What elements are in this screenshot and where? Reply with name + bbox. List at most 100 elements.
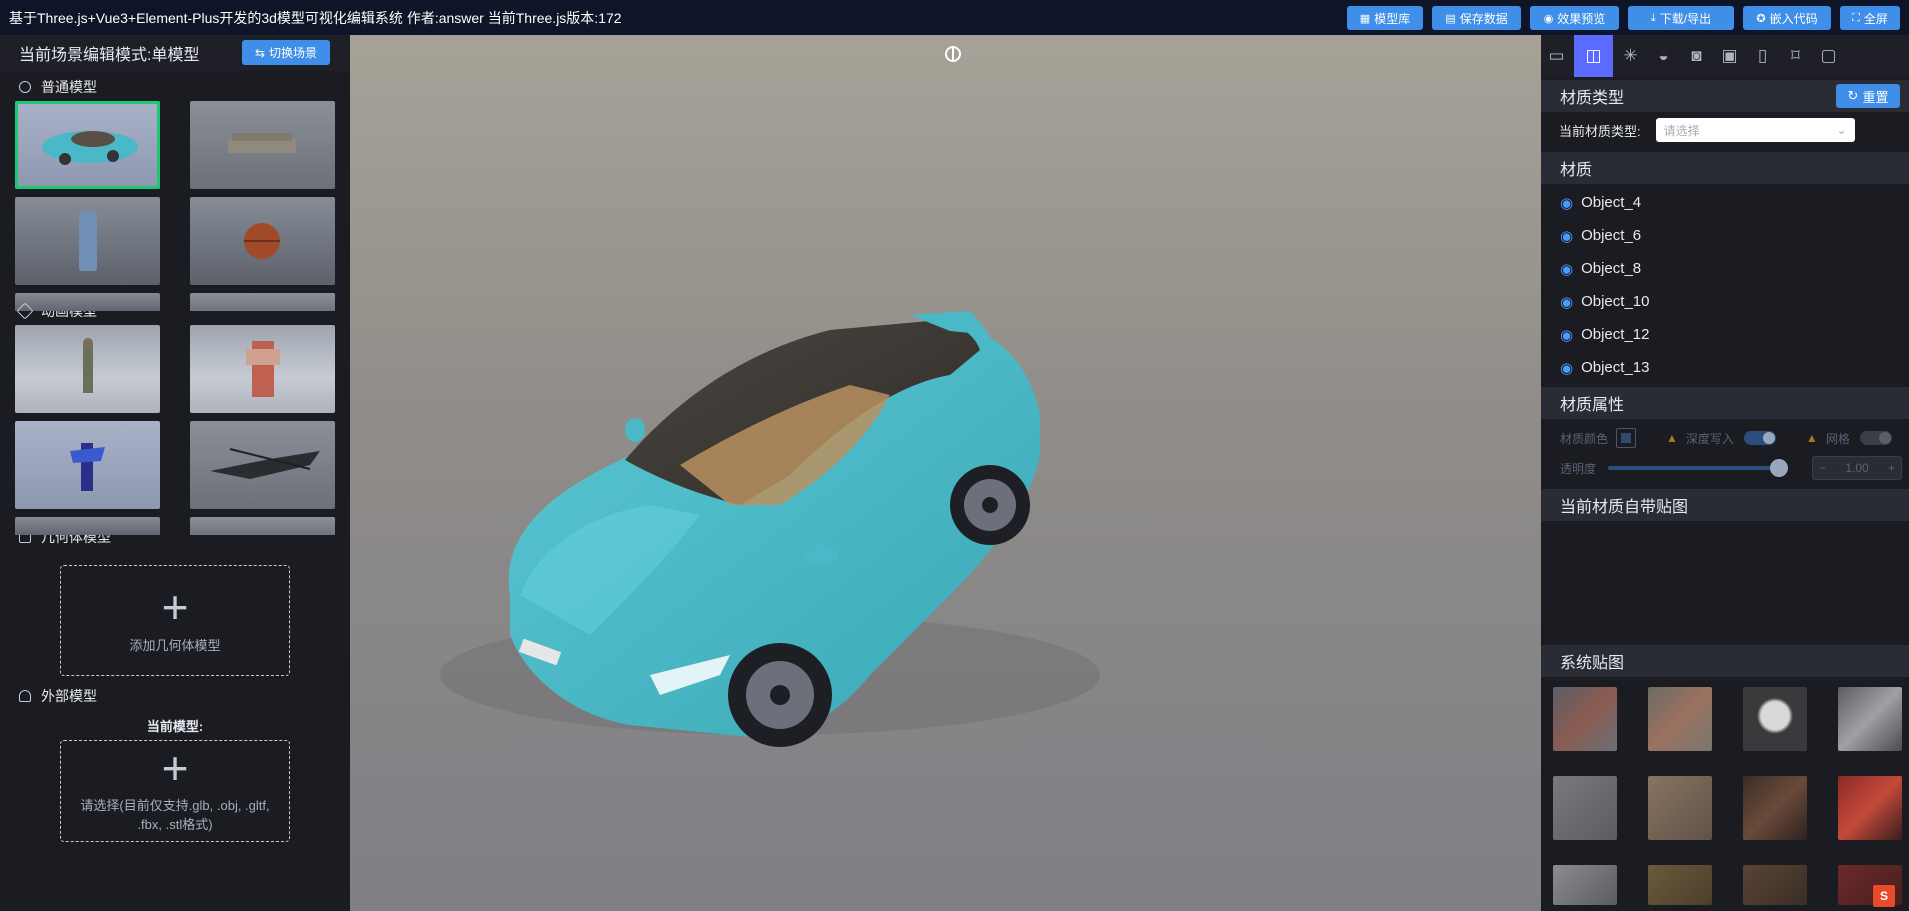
- phone-thumb-image: [79, 211, 97, 271]
- tab-lighting[interactable]: ◒: [1648, 35, 1679, 77]
- model-thumb-more-1[interactable]: [15, 293, 160, 311]
- external-models-title: 外部模型: [0, 682, 350, 710]
- material-item[interactable]: ◉ Object_8: [1541, 252, 1909, 285]
- material-item[interactable]: ◉ Object_12: [1541, 318, 1909, 351]
- tab-material[interactable]: ◫: [1574, 35, 1613, 77]
- current-model-label: 当前模型:: [146, 719, 204, 734]
- sparkle-icon: ✳: [1623, 46, 1638, 65]
- tab-bookmark[interactable]: ⌑: [1780, 35, 1811, 77]
- basketball-thumb-image: [244, 223, 280, 259]
- fullscreen-icon: ⛶: [1852, 11, 1860, 24]
- tab-background[interactable]: ▭: [1541, 35, 1572, 77]
- anim-thumb-character[interactable]: [15, 421, 160, 509]
- texture-thumb[interactable]: [1648, 865, 1712, 905]
- opacity-input[interactable]: − 1.00 +: [1812, 456, 1902, 480]
- plus-icon[interactable]: +: [1888, 461, 1895, 475]
- own-maps-area: [1541, 521, 1909, 645]
- top-bar: 基于Three.js+Vue3+Element-Plus开发的3d模型可视化编辑…: [0, 0, 1909, 35]
- anim-thumb-helicopter[interactable]: [190, 421, 335, 509]
- refresh-icon: ↻: [1847, 88, 1859, 103]
- material-item[interactable]: ◉ Object_6: [1541, 219, 1909, 252]
- eye-icon[interactable]: ◉: [1560, 227, 1573, 245]
- material-header: 材质: [1541, 152, 1909, 184]
- tab-effects[interactable]: ✳: [1615, 35, 1646, 77]
- add-geometry-box[interactable]: + 添加几何体模型: [60, 565, 290, 676]
- reset-button[interactable]: ↻ 重置: [1836, 84, 1900, 108]
- model-thumb-sofa[interactable]: [190, 101, 335, 189]
- add-geometry-label: 添加几何体模型: [129, 638, 221, 653]
- texture-thumb[interactable]: [1553, 776, 1617, 840]
- texture-thumb[interactable]: [1648, 687, 1712, 751]
- texture-thumb[interactable]: [1553, 865, 1617, 905]
- ime-s-icon[interactable]: S: [1873, 885, 1895, 907]
- upload-hint: 请选择(目前仅支持.glb, .obj, .gltf, .fbx, .stl格式…: [80, 798, 270, 832]
- depth-write-label: 深度写入: [1685, 431, 1734, 446]
- texture-thumb[interactable]: [1648, 776, 1712, 840]
- animation-models-grid: [0, 325, 350, 535]
- texture-thumb[interactable]: [1838, 776, 1902, 840]
- opacity-slider[interactable]: [1608, 459, 1789, 477]
- material-list: ◉ Object_4 ◉ Object_6 ◉ Object_8 ◉ Object_10…: [1541, 184, 1909, 384]
- eye-icon[interactable]: ◉: [1560, 260, 1573, 278]
- material-item[interactable]: ◉ Object_4: [1541, 186, 1909, 219]
- tab-screen[interactable]: ▢: [1813, 35, 1844, 77]
- scene-mode-title: 当前场景编辑模式:单模型: [19, 47, 200, 64]
- model-thumb-basketball[interactable]: [190, 197, 335, 285]
- eye-icon[interactable]: ◉: [1560, 293, 1573, 311]
- model-thumb-phone[interactable]: [15, 197, 160, 285]
- material-props-header: 材质属性: [1541, 387, 1909, 419]
- soldier-thumb-image: [83, 338, 93, 393]
- scene-viewport[interactable]: [350, 35, 1541, 911]
- toolbar: ▦ 模型库 ▤ 保存数据 ◉ 效果预览 ⤓ 下载/导出 ✪ 嵌入代码 ⛶ 全屏: [1347, 6, 1909, 30]
- material-item[interactable]: ◉ Object_10: [1541, 285, 1909, 318]
- wireframe-label: 网格: [1825, 431, 1850, 446]
- texture-thumb[interactable]: [1743, 687, 1807, 751]
- model-library-button[interactable]: ▦ 模型库: [1347, 6, 1423, 30]
- material-type-label: 当前材质类型:: [1559, 123, 1641, 139]
- fullscreen-button[interactable]: ⛶ 全屏: [1840, 6, 1900, 30]
- scene-mode-header: 当前场景编辑模式:单模型 ⇆ 切换场景: [0, 35, 350, 71]
- switch-scene-button[interactable]: ⇆ 切换场景: [242, 40, 330, 65]
- material-props: 材质颜色 ▲ 深度写入 ▲ 网格 透明度 − 1.00 +: [1541, 419, 1909, 483]
- character-thumb-image: [70, 443, 105, 491]
- eye-icon[interactable]: ◉: [1560, 359, 1573, 377]
- depth-write-toggle[interactable]: [1743, 431, 1776, 445]
- texture-thumb[interactable]: [1743, 776, 1807, 840]
- common-models-grid: [0, 101, 350, 311]
- anim-thumb-more-1[interactable]: [15, 517, 160, 535]
- texture-thumb[interactable]: [1838, 687, 1902, 751]
- anim-thumb-robot[interactable]: [190, 325, 335, 413]
- anim-thumb-soldier[interactable]: [15, 325, 160, 413]
- eye-icon[interactable]: ◉: [1560, 326, 1573, 344]
- opacity-slider-knob[interactable]: [1770, 459, 1789, 477]
- system-maps-grid: [1541, 677, 1909, 905]
- image-icon: ▭: [1548, 46, 1565, 65]
- plus-icon: +: [161, 742, 189, 794]
- plus-icon: +: [161, 581, 189, 633]
- model-thumb-car[interactable]: [15, 101, 160, 189]
- wireframe-toggle[interactable]: [1859, 431, 1892, 445]
- eye-icon[interactable]: ◉: [1560, 194, 1573, 212]
- anim-thumb-more-2[interactable]: [190, 517, 335, 535]
- car-model-render: [440, 311, 1100, 747]
- save-icon: ▤: [1445, 12, 1456, 25]
- chevron-down-icon: ⌄: [1836, 123, 1847, 137]
- model-thumb-more-2[interactable]: [190, 293, 335, 311]
- material-icon: ◫: [1585, 46, 1602, 65]
- download-export-button[interactable]: ⤓ 下载/导出: [1628, 6, 1734, 30]
- color-picker[interactable]: [1616, 428, 1637, 448]
- embed-code-button[interactable]: ✪ 嵌入代码: [1743, 6, 1831, 30]
- minus-icon[interactable]: −: [1819, 461, 1826, 475]
- tab-mobile[interactable]: ▯: [1747, 35, 1778, 77]
- texture-thumb[interactable]: [1743, 865, 1807, 905]
- tab-camera[interactable]: ◙: [1681, 35, 1712, 77]
- upload-model-box[interactable]: + 请选择(目前仅支持.glb, .obj, .gltf, .fbx, .stl…: [60, 740, 290, 842]
- texture-thumb[interactable]: [1553, 687, 1617, 751]
- material-type-select[interactable]: 请选择 ⌄: [1655, 118, 1855, 142]
- save-data-button[interactable]: ▤ 保存数据: [1432, 6, 1521, 30]
- warning-icon: ▲: [1666, 431, 1678, 445]
- code-icon: ✪: [1756, 12, 1766, 25]
- material-item[interactable]: ◉ Object_13: [1541, 351, 1909, 384]
- tab-geometry[interactable]: ▣: [1714, 35, 1745, 77]
- preview-button[interactable]: ◉ 效果预览: [1530, 6, 1619, 30]
